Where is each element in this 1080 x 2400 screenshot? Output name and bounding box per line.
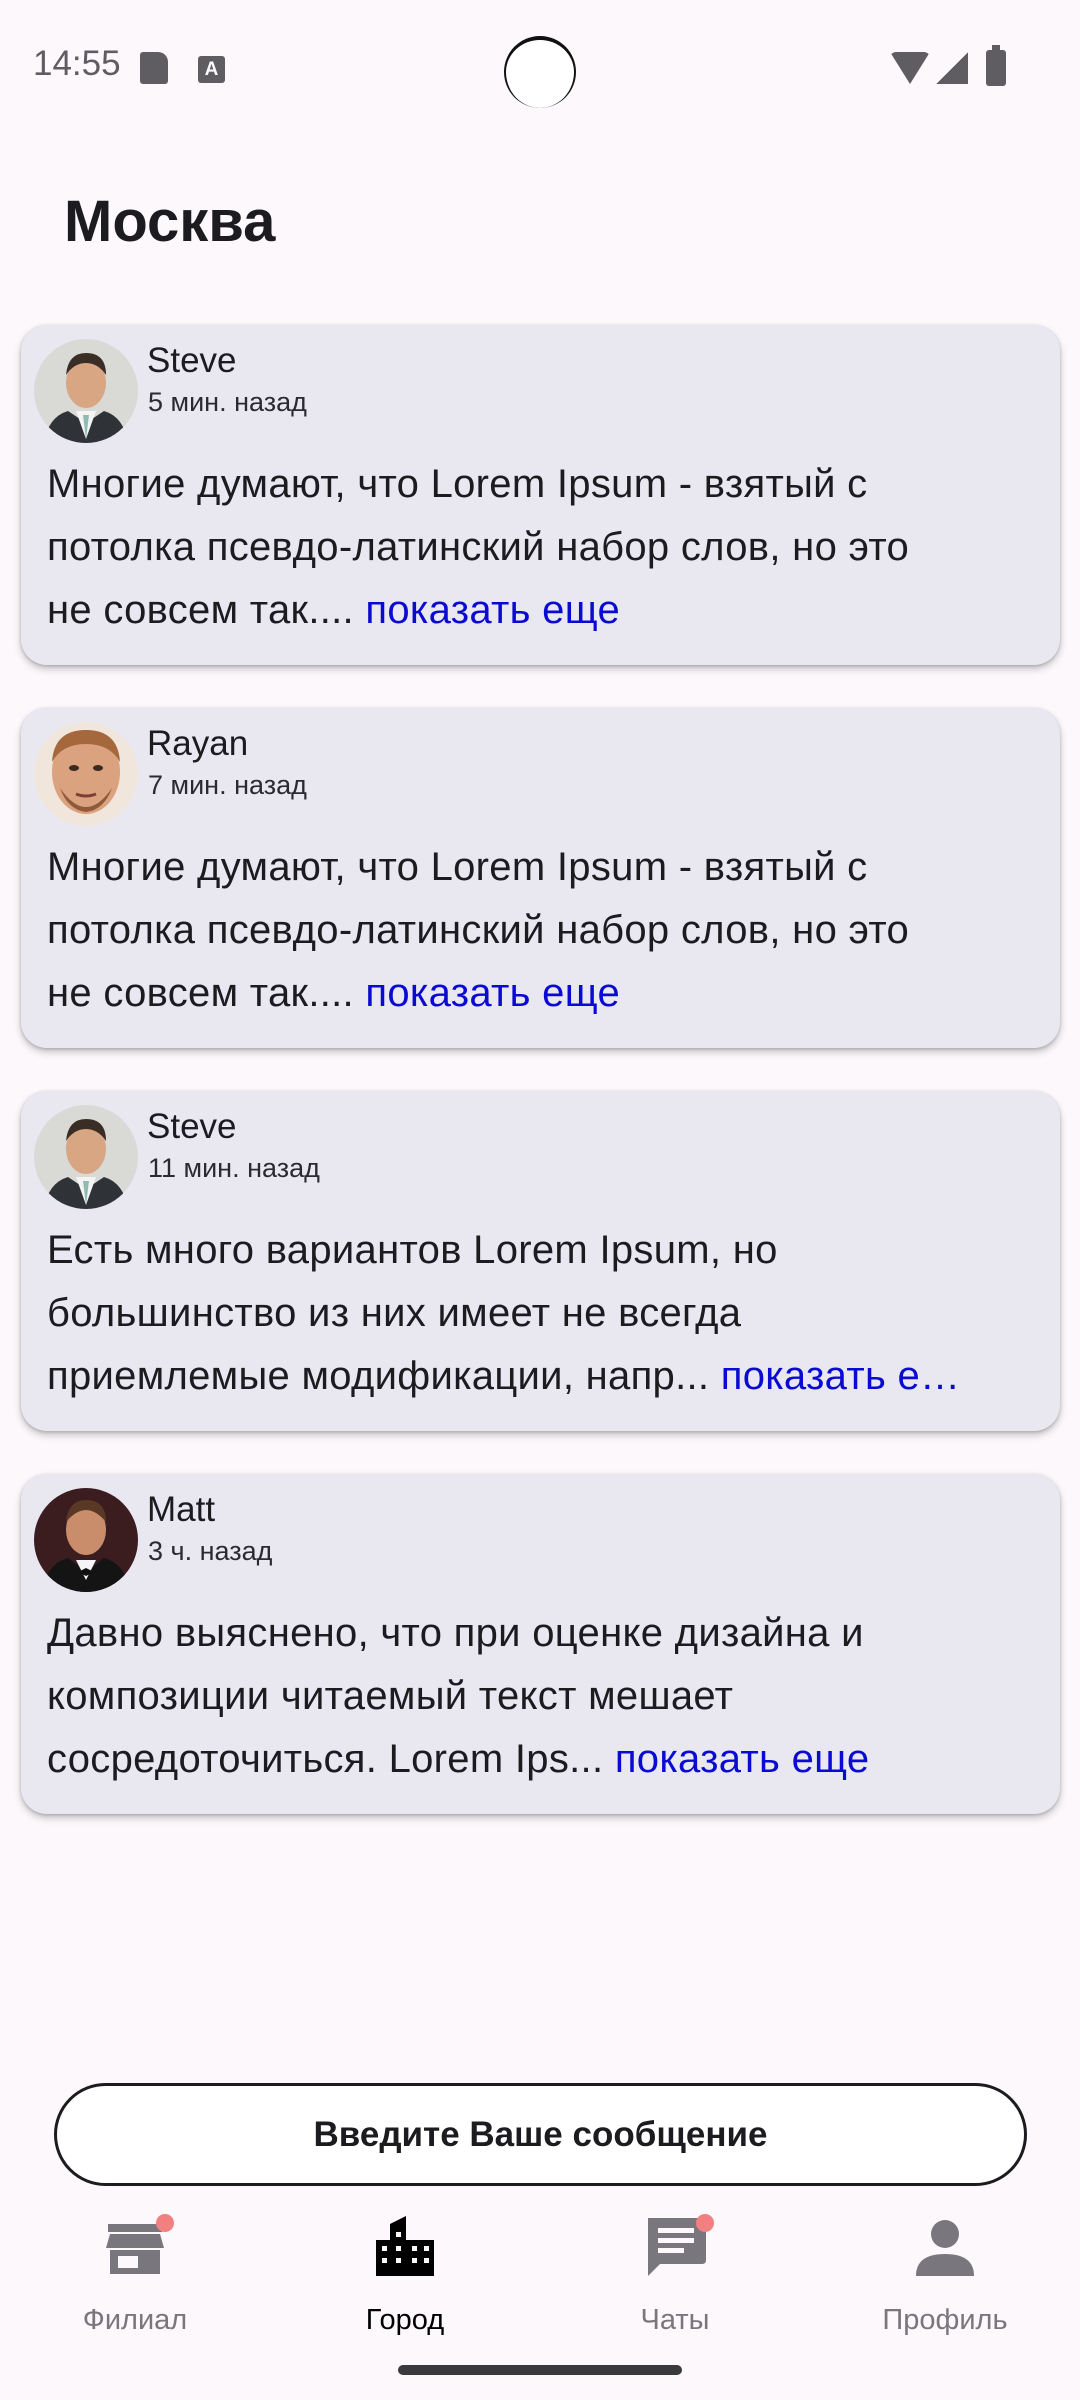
post-text: Многие думают, что Lorem Ipsum - взятый … xyxy=(47,453,1047,642)
nav-label: Город xyxy=(365,2304,445,2336)
post-text-truncated: сосредоточиться. Lorem Ips... xyxy=(47,1737,604,1781)
person-icon xyxy=(912,2214,978,2280)
show-more-link[interactable]: показать еще xyxy=(365,588,620,632)
person-avatar-rayan-icon xyxy=(34,722,138,826)
post-text-line: потолка псевдо-латинский набор слов, но … xyxy=(47,525,910,569)
city-icon xyxy=(372,2214,438,2280)
nav-label: Филиал xyxy=(82,2304,188,2336)
post-text-line: сосредоточиться. Lorem Ips... показать е… xyxy=(47,1728,1047,1791)
post-card[interactable]: Matt 3 ч. назад Давно выяснено, что при … xyxy=(21,1474,1060,1814)
status-time: 14:55 xyxy=(33,44,121,83)
post-text-line: композиции читаемый текст мешает xyxy=(47,1674,734,1718)
notification-badge xyxy=(696,2214,714,2232)
post-text-line: Многие думают, что Lorem Ipsum - взятый … xyxy=(47,845,868,889)
home-indicator[interactable] xyxy=(398,2365,682,2375)
nav-label: Профиль xyxy=(882,2304,1008,2336)
post-text-line: приемлемые модификации, напр... показать… xyxy=(47,1345,1047,1408)
show-more-link[interactable]: показать е… xyxy=(721,1354,961,1398)
nav-item-profile[interactable]: Профиль xyxy=(810,2214,1080,2344)
post-time: 3 ч. назад xyxy=(148,1536,273,1566)
person-avatar-steve-icon xyxy=(34,1105,138,1209)
post-time: 11 мин. назад xyxy=(148,1153,320,1183)
post-card[interactable]: Steve 11 мин. назад Есть много вариантов… xyxy=(21,1091,1060,1431)
author-name[interactable]: Steve xyxy=(147,1107,237,1147)
author-name[interactable]: Steve xyxy=(147,341,237,381)
author-name[interactable]: Rayan xyxy=(147,724,248,764)
post-text-truncated: не совсем так.... xyxy=(47,588,354,632)
show-more-link[interactable]: показать еще xyxy=(615,1737,870,1781)
avatar[interactable] xyxy=(34,1105,138,1209)
message-input[interactable]: Введите Ваше сообщение xyxy=(54,2083,1027,2186)
page-title: Москва xyxy=(64,189,276,254)
post-time: 7 мин. назад xyxy=(148,770,307,800)
avatar[interactable] xyxy=(34,339,138,443)
camera-cutout xyxy=(504,36,576,108)
keyboard-a-icon: A xyxy=(198,56,225,83)
nav-item-city[interactable]: Город xyxy=(270,2214,540,2344)
battery-icon xyxy=(986,45,1006,86)
post-text-line: Многие думают, что Lorem Ipsum - взятый … xyxy=(47,462,868,506)
nav-item-branch[interactable]: Филиал xyxy=(0,2214,270,2344)
post-text-truncated: приемлемые модификации, напр... xyxy=(47,1354,710,1398)
post-text-line: потолка псевдо-латинский набор слов, но … xyxy=(47,908,910,952)
post-text: Давно выяснено, что при оценке дизайна и… xyxy=(47,1602,1047,1791)
nav-label: Чаты xyxy=(640,2304,710,2336)
post-text-truncated: не совсем так.... xyxy=(47,971,354,1015)
nav-item-chats[interactable]: Чаты xyxy=(540,2214,810,2344)
sd-card-icon xyxy=(140,52,168,84)
status-bar: 14:55 A xyxy=(0,0,1080,140)
screen: 14:55 A Москва Steve 5 мин. назад Многие… xyxy=(0,0,1080,2400)
person-avatar-steve-icon xyxy=(34,339,138,443)
post-text-line: большинство из них имеет не всегда xyxy=(47,1291,742,1335)
avatar[interactable] xyxy=(34,722,138,826)
post-text-line: не совсем так.... показать еще xyxy=(47,962,1047,1025)
post-card[interactable]: Steve 5 мин. назад Многие думают, что Lo… xyxy=(21,325,1060,665)
signal-icon xyxy=(936,52,968,84)
avatar[interactable] xyxy=(34,1488,138,1592)
post-text-line: Есть много вариантов Lorem Ipsum, но xyxy=(47,1228,778,1272)
post-text-line: не совсем так.... показать еще xyxy=(47,579,1047,642)
notification-badge xyxy=(156,2214,174,2232)
post-text: Многие думают, что Lorem Ipsum - взятый … xyxy=(47,836,1047,1025)
show-more-link[interactable]: показать еще xyxy=(365,971,620,1015)
post-text-line: Давно выяснено, что при оценке дизайна и xyxy=(47,1611,864,1655)
person-avatar-matt-icon xyxy=(34,1488,138,1592)
post-card[interactable]: Rayan 7 мин. назад Многие думают, что Lo… xyxy=(21,708,1060,1048)
post-feed[interactable]: Steve 5 мин. назад Многие думают, что Lo… xyxy=(0,305,1080,1838)
post-text: Есть много вариантов Lorem Ipsum, но бол… xyxy=(47,1219,1047,1408)
author-name[interactable]: Matt xyxy=(147,1490,215,1530)
post-time: 5 мин. назад xyxy=(148,387,307,417)
wifi-icon xyxy=(890,52,930,84)
